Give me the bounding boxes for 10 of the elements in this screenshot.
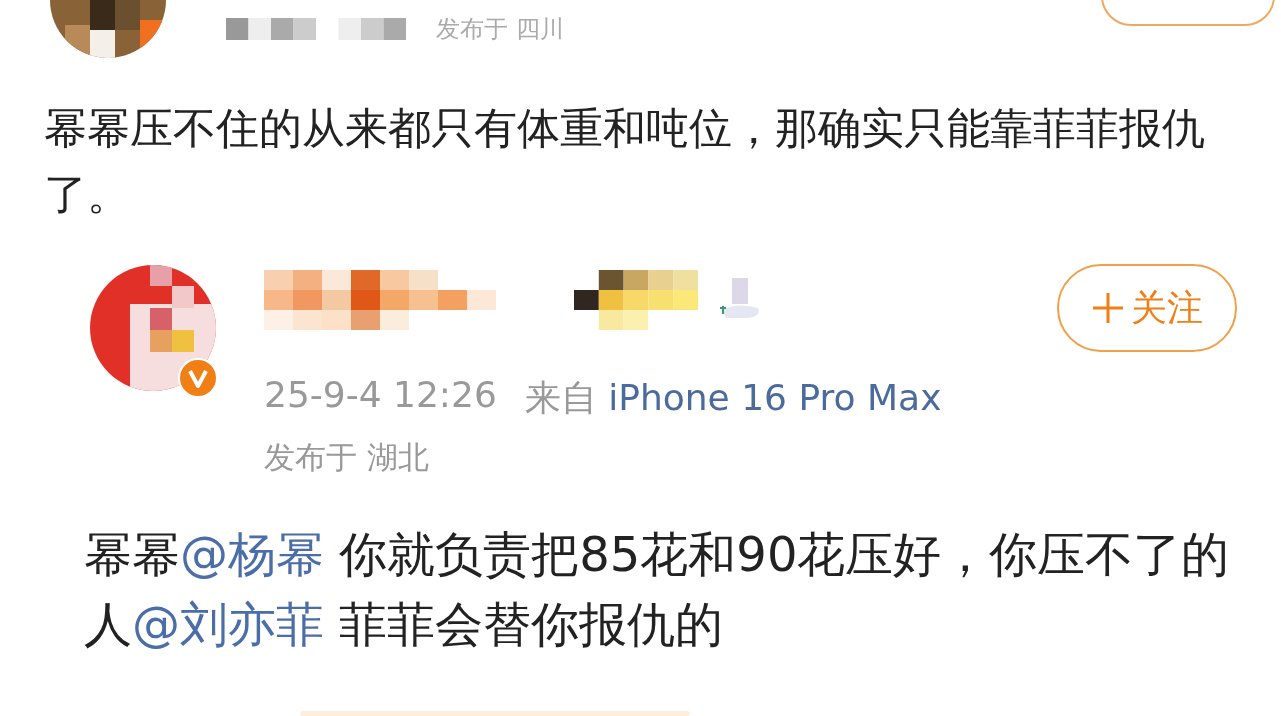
plus-icon — [1091, 291, 1125, 325]
post-text: 幂幂压不住的从来都只有体重和吨位，那确实只能靠菲菲报仇了。 — [44, 103, 1206, 221]
follow-button[interactable]: 关注 — [1057, 264, 1237, 352]
mention-link[interactable]: @刘亦菲 — [132, 596, 324, 652]
post-text: 幂幂@杨幂 你就负责把85花和90花压好，你压不了的人@刘亦菲 菲菲会替你报仇的 — [84, 525, 1231, 654]
post-location: 发布于 四川 — [436, 14, 564, 45]
mention-link[interactable]: @杨幂 — [180, 526, 324, 582]
post-source: 来自 iPhone 16 Pro Max — [524, 376, 942, 420]
post-time: 25-9-4 12:26 — [264, 374, 497, 417]
post-location: 发布于 湖北 — [264, 438, 430, 477]
